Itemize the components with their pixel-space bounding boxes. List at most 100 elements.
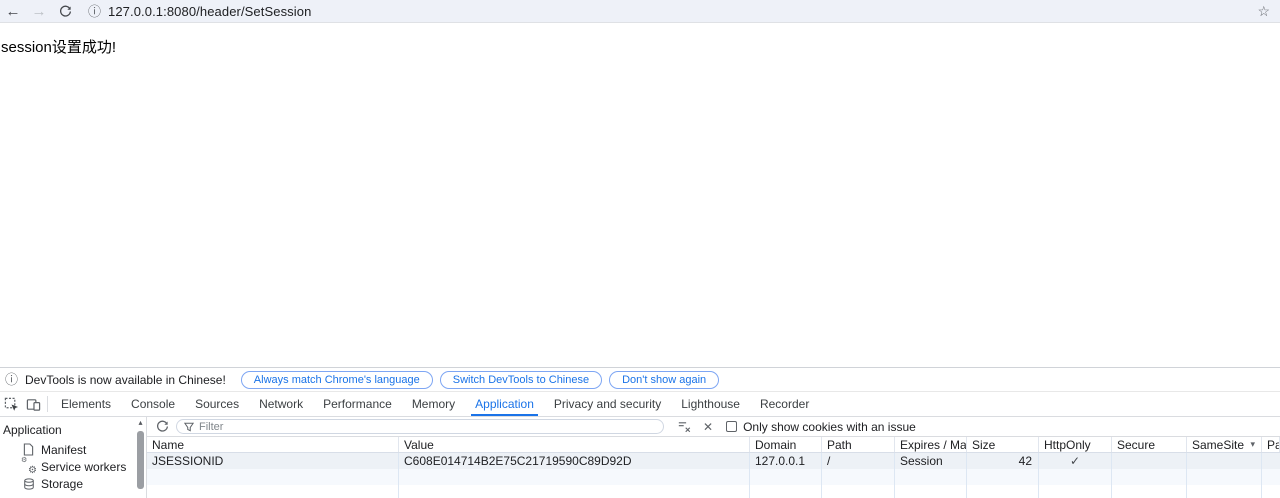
column-header-size[interactable]: Size bbox=[967, 437, 1039, 452]
devtools-language-infobar: ⓘ DevTools is now available in Chinese! … bbox=[0, 368, 1280, 392]
address-bar[interactable]: ⓘ 127.0.0.1:8080/header/SetSession bbox=[88, 4, 1257, 19]
cookie-value-cell: C608E014714B2E75C21719590C89D92D bbox=[399, 453, 750, 469]
reload-icon[interactable] bbox=[52, 5, 78, 18]
tab-network[interactable]: Network bbox=[249, 392, 313, 416]
bookmark-star-icon[interactable]: ☆ bbox=[1257, 3, 1270, 20]
forward-icon[interactable]: → bbox=[26, 3, 52, 20]
sidebar-item-label: Storage bbox=[41, 477, 83, 491]
cookie-size-cell: 42 bbox=[967, 453, 1039, 469]
column-header-expires[interactable]: Expires / Ma... bbox=[895, 437, 967, 452]
column-header-httponly[interactable]: HttpOnly bbox=[1039, 437, 1112, 452]
cookie-secure-cell bbox=[1112, 453, 1187, 469]
scrollbar-up-icon[interactable]: ▴ bbox=[135, 418, 146, 428]
cookies-table: Name Value Domain Path Expires / Ma... S… bbox=[147, 437, 1280, 498]
empty-cell bbox=[1039, 469, 1112, 485]
switch-to-chinese-button[interactable]: Switch DevTools to Chinese bbox=[440, 371, 602, 389]
sidebar-item-label: Service workers bbox=[41, 460, 126, 474]
tab-lighthouse[interactable]: Lighthouse bbox=[671, 392, 750, 416]
empty-cell bbox=[1112, 469, 1187, 485]
refresh-cookies-icon[interactable] bbox=[153, 420, 171, 433]
cookie-samesite-cell bbox=[1187, 453, 1262, 469]
page-content: session设置成功! bbox=[0, 23, 1280, 367]
tab-elements[interactable]: Elements bbox=[51, 392, 121, 416]
column-header-secure[interactable]: Secure bbox=[1112, 437, 1187, 452]
sidebar-item-label: Manifest bbox=[41, 443, 86, 457]
service-workers-gears-icon: ⚙⚙ bbox=[22, 460, 35, 473]
empty-cell bbox=[1262, 485, 1280, 498]
clear-all-cookies-icon[interactable] bbox=[678, 420, 691, 433]
cookie-row-jsessionid[interactable]: JSESSIONID C608E014714B2E75C21719590C89D… bbox=[147, 453, 1280, 469]
empty-cell bbox=[895, 469, 967, 485]
always-match-language-button[interactable]: Always match Chrome's language bbox=[241, 371, 433, 389]
session-message: session设置成功! bbox=[1, 39, 116, 56]
cookie-expires-cell: Session bbox=[895, 453, 967, 469]
empty-cell bbox=[967, 469, 1039, 485]
info-icon: ⓘ bbox=[5, 373, 18, 386]
storage-database-icon bbox=[22, 477, 35, 490]
only-issue-label: Only show cookies with an issue bbox=[743, 420, 916, 434]
empty-cell bbox=[895, 485, 967, 498]
cookie-httponly-cell: ✓ bbox=[1039, 453, 1112, 469]
empty-cell bbox=[399, 485, 750, 498]
tabbar-separator bbox=[47, 396, 48, 412]
empty-cell bbox=[967, 485, 1039, 498]
tab-application[interactable]: Application bbox=[465, 392, 544, 416]
tab-sources[interactable]: Sources bbox=[185, 392, 249, 416]
empty-cell bbox=[750, 485, 822, 498]
empty-cell bbox=[399, 469, 750, 485]
back-icon[interactable]: ← bbox=[0, 3, 26, 20]
column-header-path[interactable]: Path bbox=[822, 437, 895, 452]
filter-funnel-icon bbox=[184, 422, 194, 432]
filter-input[interactable]: Filter bbox=[176, 419, 664, 434]
device-toolbar-icon[interactable] bbox=[22, 392, 44, 416]
empty-cell bbox=[147, 485, 399, 498]
samesite-dropdown-icon[interactable]: ▾ bbox=[1250, 439, 1255, 450]
empty-cell bbox=[1187, 469, 1262, 485]
empty-cell bbox=[822, 469, 895, 485]
sidebar-item-service-workers[interactable]: ⚙⚙ Service workers bbox=[0, 458, 146, 475]
cookie-domain-cell: 127.0.0.1 bbox=[750, 453, 822, 469]
scrollbar-thumb[interactable] bbox=[137, 431, 144, 489]
empty-table-row bbox=[147, 485, 1280, 498]
inspect-element-icon[interactable] bbox=[0, 392, 22, 416]
column-header-samesite[interactable]: SameSite ▾ bbox=[1187, 437, 1262, 452]
devtools-tabbar: Elements Console Sources Network Perform… bbox=[0, 392, 1280, 417]
column-header-domain[interactable]: Domain bbox=[750, 437, 822, 452]
samesite-header-label: SameSite bbox=[1192, 438, 1244, 452]
empty-cell bbox=[1039, 485, 1112, 498]
only-issue-checkbox[interactable] bbox=[726, 421, 737, 432]
empty-table-row bbox=[147, 469, 1280, 485]
page-info-icon[interactable]: ⓘ bbox=[88, 5, 101, 18]
sidebar-scrollbar[interactable]: ▴ bbox=[135, 418, 146, 497]
empty-cell bbox=[1112, 485, 1187, 498]
cookies-view: Filter ✕ Only show cookies with an issue… bbox=[147, 417, 1280, 498]
empty-cell bbox=[1262, 469, 1280, 485]
dont-show-again-button[interactable]: Don't show again bbox=[609, 371, 719, 389]
tab-performance[interactable]: Performance bbox=[313, 392, 402, 416]
browser-toolbar: ← → ⓘ 127.0.0.1:8080/header/SetSession ☆ bbox=[0, 0, 1280, 23]
delete-selected-icon[interactable]: ✕ bbox=[703, 421, 713, 433]
manifest-file-icon bbox=[22, 443, 35, 456]
tab-memory[interactable]: Memory bbox=[402, 392, 465, 416]
cookie-partition-cell bbox=[1262, 453, 1280, 469]
infobar-message: DevTools is now available in Chinese! bbox=[25, 373, 226, 387]
empty-cell bbox=[147, 469, 399, 485]
tab-console[interactable]: Console bbox=[121, 392, 185, 416]
url-text: 127.0.0.1:8080/header/SetSession bbox=[108, 4, 311, 19]
sidebar-section-application[interactable]: Application bbox=[0, 417, 146, 441]
column-header-partition[interactable]: Par... bbox=[1262, 437, 1280, 452]
cookie-path-cell: / bbox=[822, 453, 895, 469]
sidebar-item-storage[interactable]: Storage bbox=[0, 475, 146, 492]
tab-recorder[interactable]: Recorder bbox=[750, 392, 819, 416]
tab-privacy-and-security[interactable]: Privacy and security bbox=[544, 392, 671, 416]
cookies-table-header: Name Value Domain Path Expires / Ma... S… bbox=[147, 437, 1280, 453]
filter-placeholder: Filter bbox=[199, 421, 223, 433]
application-sidebar: Application Manifest ⚙⚙ Service workers … bbox=[0, 417, 147, 498]
empty-cell bbox=[1187, 485, 1262, 498]
empty-cell bbox=[750, 469, 822, 485]
devtools-panel: ⓘ DevTools is now available in Chinese! … bbox=[0, 367, 1280, 498]
column-header-name[interactable]: Name bbox=[147, 437, 399, 452]
application-panel: Application Manifest ⚙⚙ Service workers … bbox=[0, 417, 1280, 498]
empty-cell bbox=[822, 485, 895, 498]
column-header-value[interactable]: Value bbox=[399, 437, 750, 452]
